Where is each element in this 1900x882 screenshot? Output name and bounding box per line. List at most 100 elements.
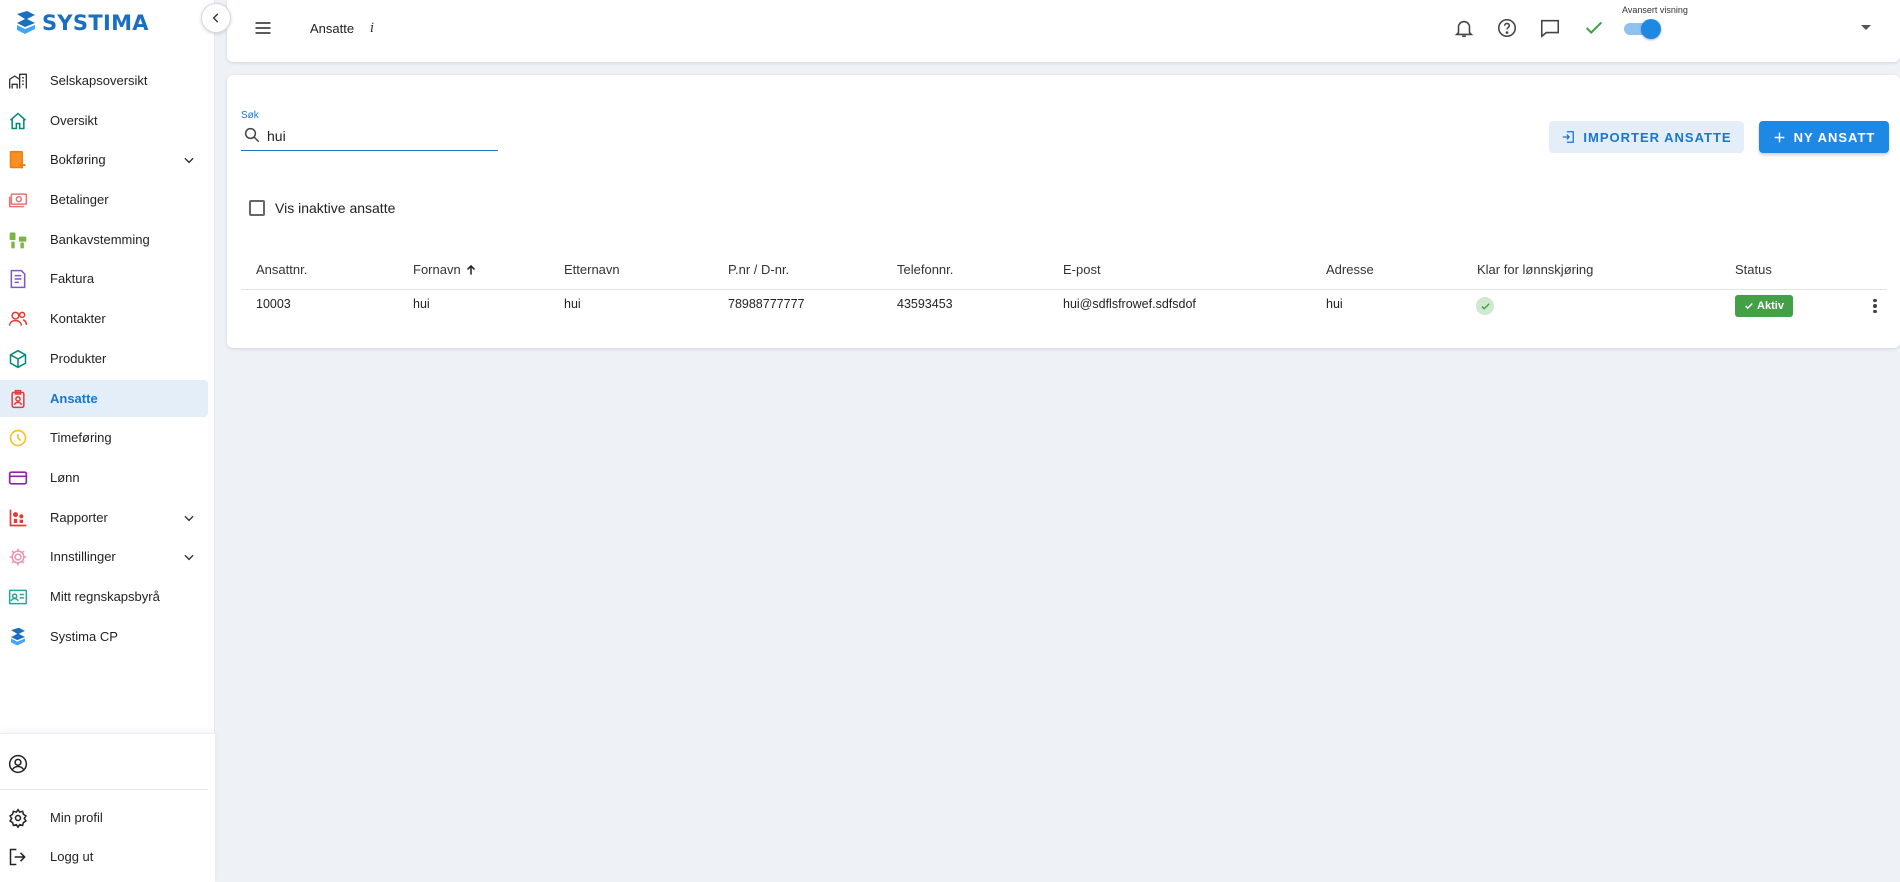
more-vert-dot: [1873, 304, 1877, 308]
sidebar-item-label: Selskapsoversikt: [50, 73, 148, 88]
invoice-icon: [10, 270, 26, 289]
sidebar-item-label: Oversikt: [50, 112, 98, 128]
systima-logo-icon: [11, 627, 25, 646]
search-icon: [244, 127, 260, 143]
payroll-ready-indicator: [1476, 297, 1494, 315]
systima-logo[interactable]: SYSTIMA: [14, 8, 149, 38]
sidebar-item-label: Logg ut: [50, 849, 94, 864]
toggle-thumb: [1641, 19, 1661, 39]
sidebar: SYSTIMA Selskapsoversikt Oversikt Bokfør…: [0, 0, 215, 882]
check-icon: [1480, 302, 1490, 310]
banknote-icon: [8, 193, 28, 208]
show-inactive-label: Vis inaktive ansatte: [275, 200, 396, 216]
logout-icon: [9, 848, 26, 866]
sidebar-item-label: Bokføring: [50, 152, 106, 168]
search-input[interactable]: [267, 124, 487, 148]
show-inactive-checkbox[interactable]: [249, 200, 265, 216]
more-vert-dot: [1873, 309, 1877, 314]
column-header-label: Etternavn: [564, 262, 620, 277]
sidebar-item-mitt-regnskapsbyra[interactable]: Mitt regnskapsbyrå: [0, 578, 215, 615]
sidebar-item-rapporter[interactable]: Rapporter: [0, 499, 215, 536]
column-header-email[interactable]: E-post: [1063, 262, 1101, 277]
chevron-down-icon[interactable]: [182, 511, 196, 525]
sidebar-item-systima-cp[interactable]: Systima CP: [0, 618, 215, 655]
column-header-number[interactable]: Ansattnr.: [256, 262, 307, 277]
collapse-sidebar-button[interactable]: [201, 3, 231, 33]
brand-name: SYSTIMA: [42, 11, 149, 35]
column-header-label: Adresse: [1326, 262, 1374, 277]
row-actions-button[interactable]: [1867, 295, 1883, 317]
status-badge: Aktiv: [1735, 295, 1793, 317]
more-vert-icon: [1873, 298, 1877, 303]
column-header-label: Telefonnr.: [897, 262, 954, 277]
column-header-address[interactable]: Adresse: [1326, 262, 1374, 277]
chevron-left-icon: [212, 13, 219, 23]
chevron-down-icon[interactable]: [182, 550, 196, 564]
help-button[interactable]: [1496, 17, 1518, 39]
sidebar-item-logg-ut[interactable]: Logg ut: [0, 838, 208, 875]
sidebar-item-label: Bankavstemming: [50, 231, 150, 247]
sidebar-item-produkter[interactable]: Produkter: [0, 340, 215, 377]
top-bar: Ansatte i Avansert visning: [227, 0, 1900, 62]
account-avatar[interactable]: [8, 754, 28, 774]
column-header-last-name[interactable]: Etternavn: [564, 262, 620, 277]
settings-icon: [9, 808, 27, 828]
sidebar-item-faktura[interactable]: Faktura: [0, 260, 215, 297]
page-title: Ansatte: [310, 21, 355, 36]
sidebar-item-min-profil[interactable]: Min profil: [0, 799, 208, 836]
sidebar-item-label: Rapporter: [50, 509, 108, 525]
sidebar-item-ansatte[interactable]: Ansatte: [0, 379, 208, 417]
menu-button[interactable]: [253, 19, 273, 37]
cell-address: hui: [1326, 297, 1343, 311]
check-icon: [1585, 21, 1603, 35]
status-label: Aktiv: [1757, 300, 1784, 312]
sidebar-item-betalinger[interactable]: Betalinger: [0, 181, 215, 218]
column-header-label: Fornavn: [413, 262, 461, 277]
gear-icon: [9, 548, 27, 566]
sort-arrow-up-icon: [466, 264, 475, 275]
sidebar-item-innstillinger[interactable]: Innstillinger: [0, 538, 215, 575]
sidebar-item-label: Kontakter: [50, 311, 106, 327]
sidebar-item-lonn[interactable]: Lønn: [0, 459, 215, 496]
sidebar-item-selskapsoversikt[interactable]: Selskapsoversikt: [0, 62, 215, 99]
column-header-phone[interactable]: Telefonnr.: [897, 262, 953, 277]
sidebar-item-oversikt[interactable]: Oversikt: [0, 102, 215, 139]
chevron-down-icon[interactable]: [182, 153, 196, 167]
info-icon[interactable]: i: [370, 21, 374, 36]
import-employees-label: IMPORTER ANSATTE: [1583, 129, 1732, 145]
sidebar-item-label: Mitt regnskapsbyrå: [50, 588, 160, 604]
new-employee-button[interactable]: NY ANSATT: [1759, 121, 1889, 153]
column-header-payroll-ready[interactable]: Klar for lønnskjøring: [1477, 262, 1593, 277]
building-icon: [9, 73, 27, 89]
account-circle-icon: [8, 754, 28, 774]
caret-down-icon[interactable]: [1861, 25, 1871, 30]
column-header-first-name[interactable]: Fornavn: [413, 262, 478, 277]
employees-card: Søk IMPORTER ANSATTE NY ANSATT Vis inakt…: [227, 75, 1900, 348]
sidebar-account: Min profil Logg ut: [0, 733, 215, 882]
status-check-button[interactable]: [1583, 17, 1605, 39]
import-employees-button[interactable]: IMPORTER ANSATTE: [1549, 121, 1744, 153]
sidebar-item-label: Min profil: [50, 810, 103, 825]
column-header-status[interactable]: Status: [1735, 262, 1772, 277]
notifications-button[interactable]: [1453, 17, 1475, 39]
import-icon: [1563, 131, 1575, 143]
sidebar-item-bokforing[interactable]: Bokføring: [0, 141, 215, 178]
cell-pnr: 78988777777: [728, 297, 805, 311]
cell-first-name: hui: [413, 297, 430, 311]
sidebar-item-label: Timeføring: [50, 430, 112, 446]
divider: [0, 789, 208, 790]
sidebar-item-label: Faktura: [50, 271, 95, 287]
column-header-pnr[interactable]: P.nr / D-nr.: [728, 262, 789, 277]
sidebar-item-bankavstemming[interactable]: Bankavstemming: [0, 221, 215, 258]
sidebar-item-kontakter[interactable]: Kontakter: [0, 300, 215, 337]
column-header-label: E-post: [1063, 262, 1101, 277]
cell-email: hui@sdflsfrowef.sdfsdof: [1063, 297, 1196, 311]
sidebar-item-label: Produkter: [50, 350, 107, 366]
search-label: Søk: [241, 110, 259, 121]
feedback-button[interactable]: [1539, 17, 1561, 39]
cell-phone: 43593453: [897, 297, 953, 311]
sidebar-item-timeforing[interactable]: Timeføring: [0, 419, 215, 456]
new-employee-label: NY ANSATT: [1793, 129, 1876, 145]
advanced-view-toggle[interactable]: [1624, 19, 1661, 39]
show-inactive-toggle[interactable]: Vis inaktive ansatte: [249, 200, 395, 216]
